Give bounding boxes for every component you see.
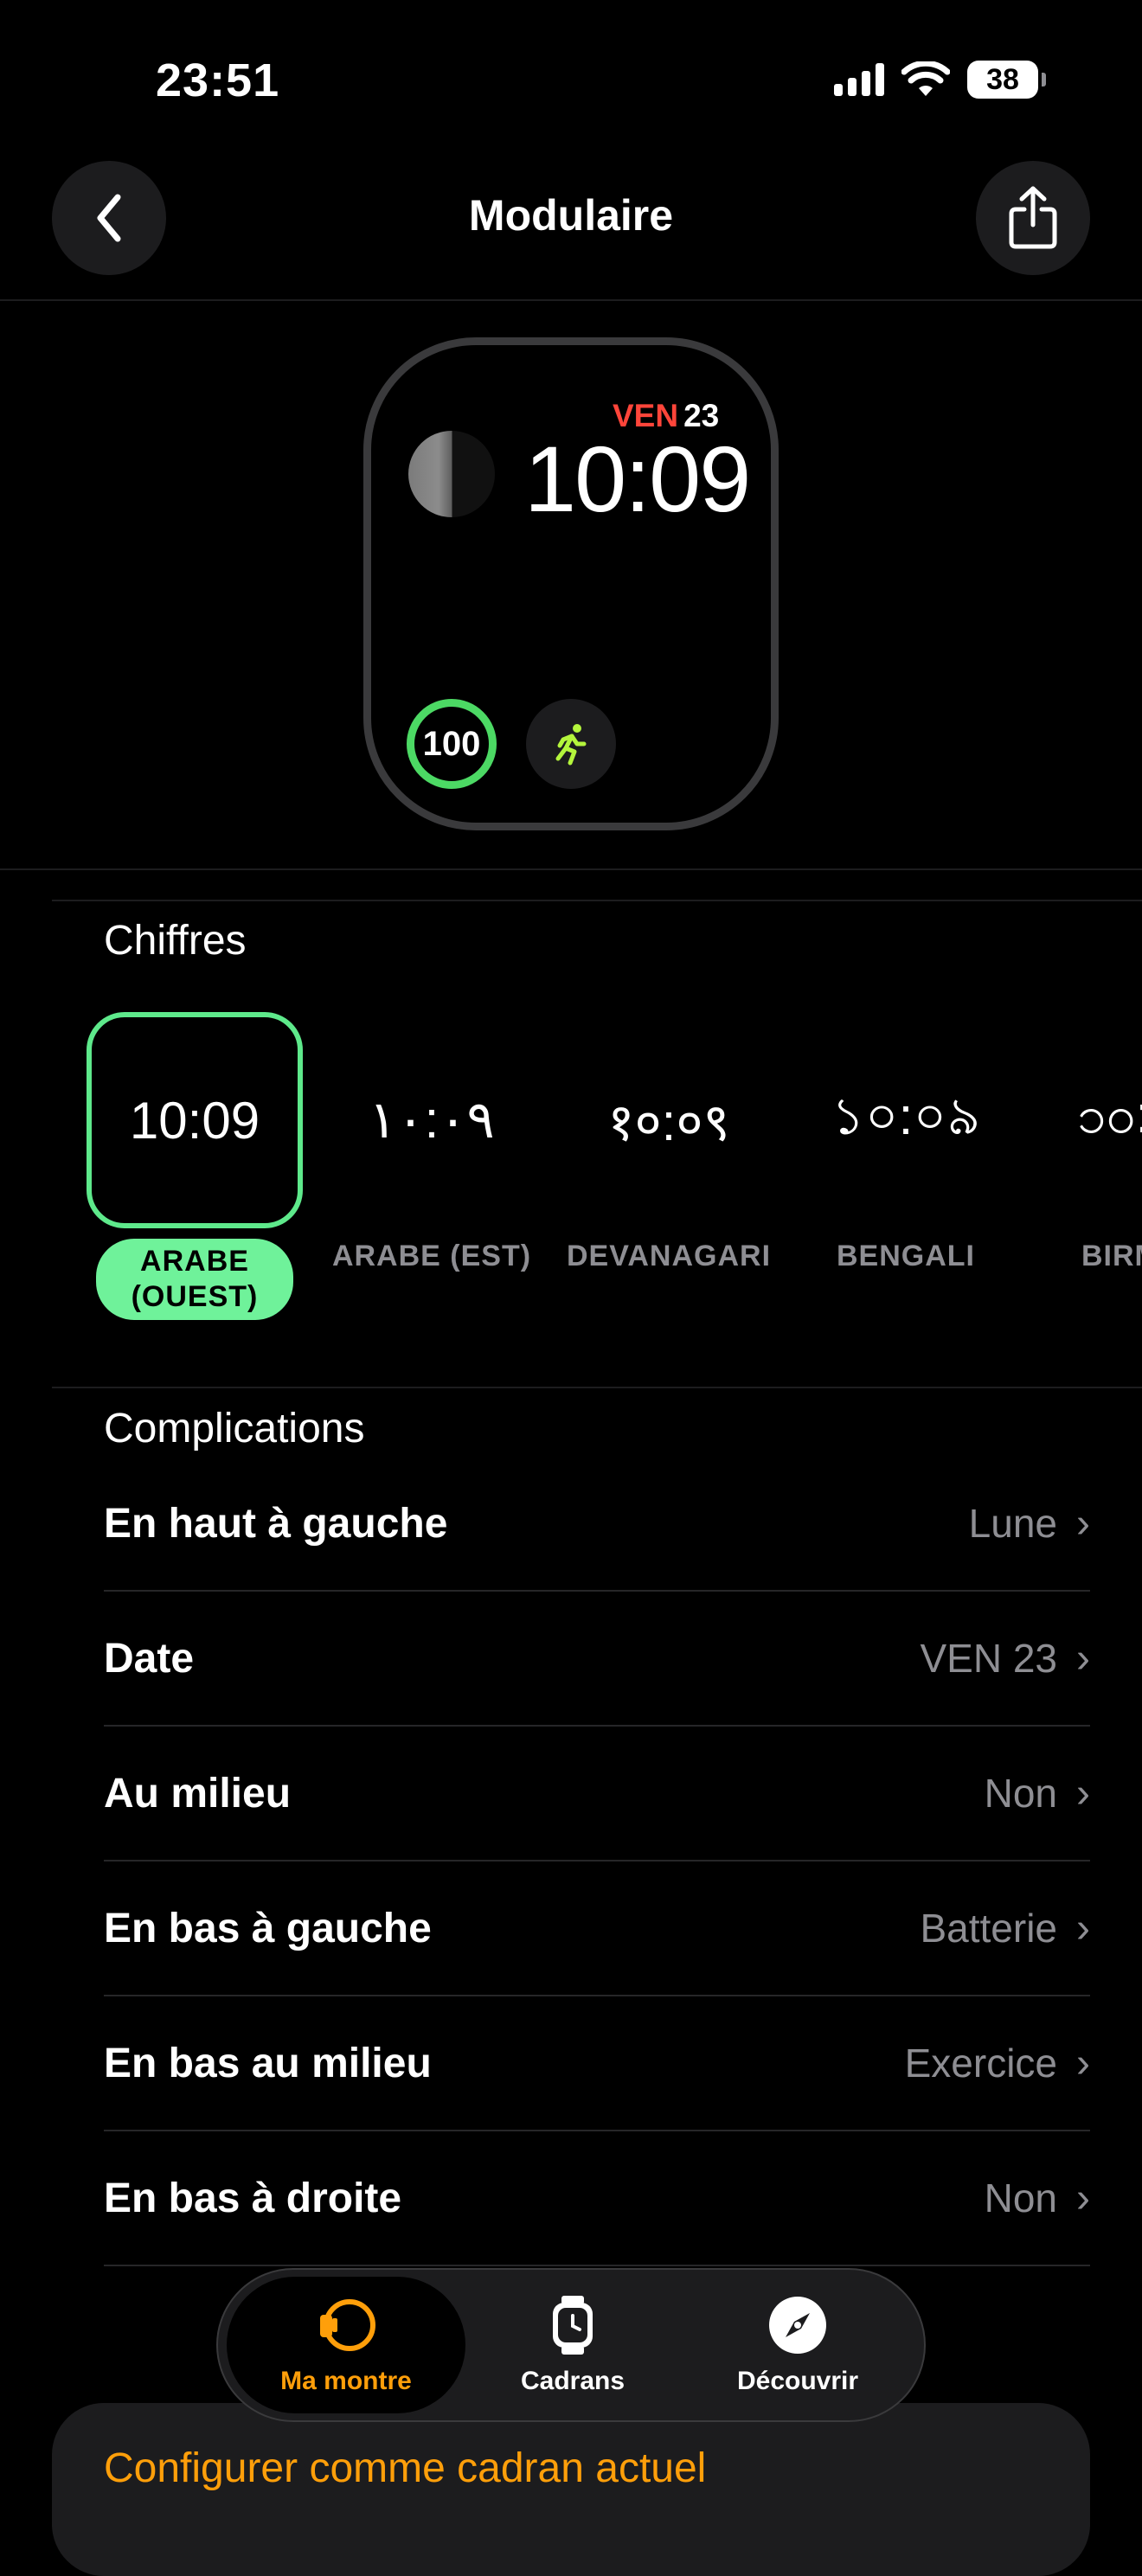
numeral-option-birman[interactable]: ၁၀:၀၉ BIRMAN — [1035, 1012, 1142, 1274]
chevron-right-icon: › — [1076, 1770, 1090, 1817]
preview-divider — [0, 868, 1142, 870]
chevron-right-icon: › — [1076, 1635, 1090, 1682]
numeral-option-bengali[interactable]: ১০:০৯ BENGALI — [798, 1012, 1014, 1274]
tab-discover[interactable]: Découvrir — [678, 2277, 917, 2413]
numeral-sample: 10:09 — [87, 1012, 303, 1228]
watch-face-icon — [553, 2296, 593, 2355]
numeral-label: BENGALI — [837, 1240, 975, 1272]
row-label: En bas au milieu — [104, 2040, 432, 2086]
row-label: Date — [104, 1635, 195, 1682]
nav-divider — [0, 299, 1142, 301]
status-icons: 38 — [834, 61, 1046, 99]
wifi-icon — [901, 61, 950, 96]
numeral-option-arabe-est[interactable]: ١٠:٠٩ ARABE (EST) — [324, 1012, 540, 1274]
tab-faces[interactable]: Cadrans — [453, 2277, 692, 2413]
section-divider — [52, 900, 1142, 901]
chevron-right-icon: › — [1076, 2040, 1090, 2086]
page-title: Modulaire — [468, 191, 674, 240]
exercise-complication — [526, 699, 616, 789]
complication-row-date[interactable]: Date VEN 23 › — [104, 1592, 1090, 1727]
numeral-option-arabe-ouest[interactable]: 10:09 ARABE (OUEST) — [87, 1012, 303, 1320]
numeral-sample: ১০:০৯ — [831, 1087, 981, 1145]
row-label: Au milieu — [104, 1770, 292, 1817]
watch-time: 10:09 — [524, 426, 751, 531]
row-value: Non — [984, 2176, 1058, 2220]
row-label: En bas à gauche — [104, 1905, 432, 1951]
running-figure-icon — [555, 724, 587, 766]
row-value: Lune — [968, 1501, 1058, 1546]
chevron-right-icon: › — [1076, 1500, 1090, 1547]
numeral-label: ARABE (OUEST) — [96, 1239, 293, 1320]
row-label: En haut à gauche — [104, 1500, 448, 1547]
numeral-label: BIRMAN — [1081, 1240, 1142, 1272]
share-icon — [1009, 186, 1057, 249]
numerals-section-title: Chiffres — [104, 918, 247, 964]
compass-icon — [769, 2297, 826, 2354]
row-value: Batterie — [920, 1906, 1058, 1951]
status-time: 23:51 — [156, 54, 280, 106]
battery-icon: 38 — [967, 61, 1046, 99]
watch-ultra-icon — [320, 2299, 375, 2351]
tab-label: Découvrir — [736, 2367, 859, 2395]
complication-row-top-left[interactable]: En haut à gauche Lune › — [104, 1457, 1090, 1592]
moon-phase-icon — [408, 431, 495, 517]
row-value: Non — [984, 1771, 1058, 1816]
numeral-sample: ၁၀:၀၉ — [1077, 1086, 1142, 1144]
numeral-sample: १०:०९ — [607, 1093, 730, 1151]
complications-section-title: Complications — [104, 1406, 365, 1451]
complication-row-middle[interactable]: Au milieu Non › — [104, 1727, 1090, 1862]
numeral-sample: ١٠:٠٩ — [369, 1091, 495, 1149]
row-value: Exercice — [904, 2041, 1058, 2086]
complication-row-bottom-right[interactable]: En bas à droite Non › — [104, 2131, 1090, 2266]
battery-level: 38 — [986, 62, 1019, 96]
tab-label: Ma montre — [280, 2367, 412, 2395]
tab-bar: Ma montre Cadrans Découvrir — [216, 2268, 926, 2422]
cellular-signal-icon — [834, 63, 884, 96]
chevron-right-icon: › — [1076, 2175, 1090, 2221]
numeral-option-devanagari[interactable]: १०:०९ DEVANAGARI — [561, 1012, 777, 1274]
complication-row-bottom-left[interactable]: En bas à gauche Batterie › — [104, 1862, 1090, 1996]
row-value: VEN 23 — [920, 1636, 1058, 1681]
numeral-label: ARABE (EST) — [331, 1240, 532, 1272]
row-label: En bas à droite — [104, 2175, 402, 2221]
numeral-label: DEVANAGARI — [566, 1240, 772, 1272]
chevron-right-icon: › — [1076, 1905, 1090, 1951]
set-current-face-link[interactable]: Configurer comme cadran actuel — [104, 2445, 706, 2492]
section-divider — [52, 1387, 1142, 1388]
battery-complication: 100 — [407, 699, 497, 789]
numeral-option-birman-clip: ၁၀:၀၉ BIRMAN — [1035, 1012, 1142, 1306]
complication-row-bottom-middle[interactable]: En bas au milieu Exercice › — [104, 1996, 1090, 2131]
tab-label: Cadrans — [520, 2367, 626, 2395]
share-button[interactable] — [976, 161, 1090, 275]
tab-my-watch[interactable]: Ma montre — [227, 2277, 465, 2413]
